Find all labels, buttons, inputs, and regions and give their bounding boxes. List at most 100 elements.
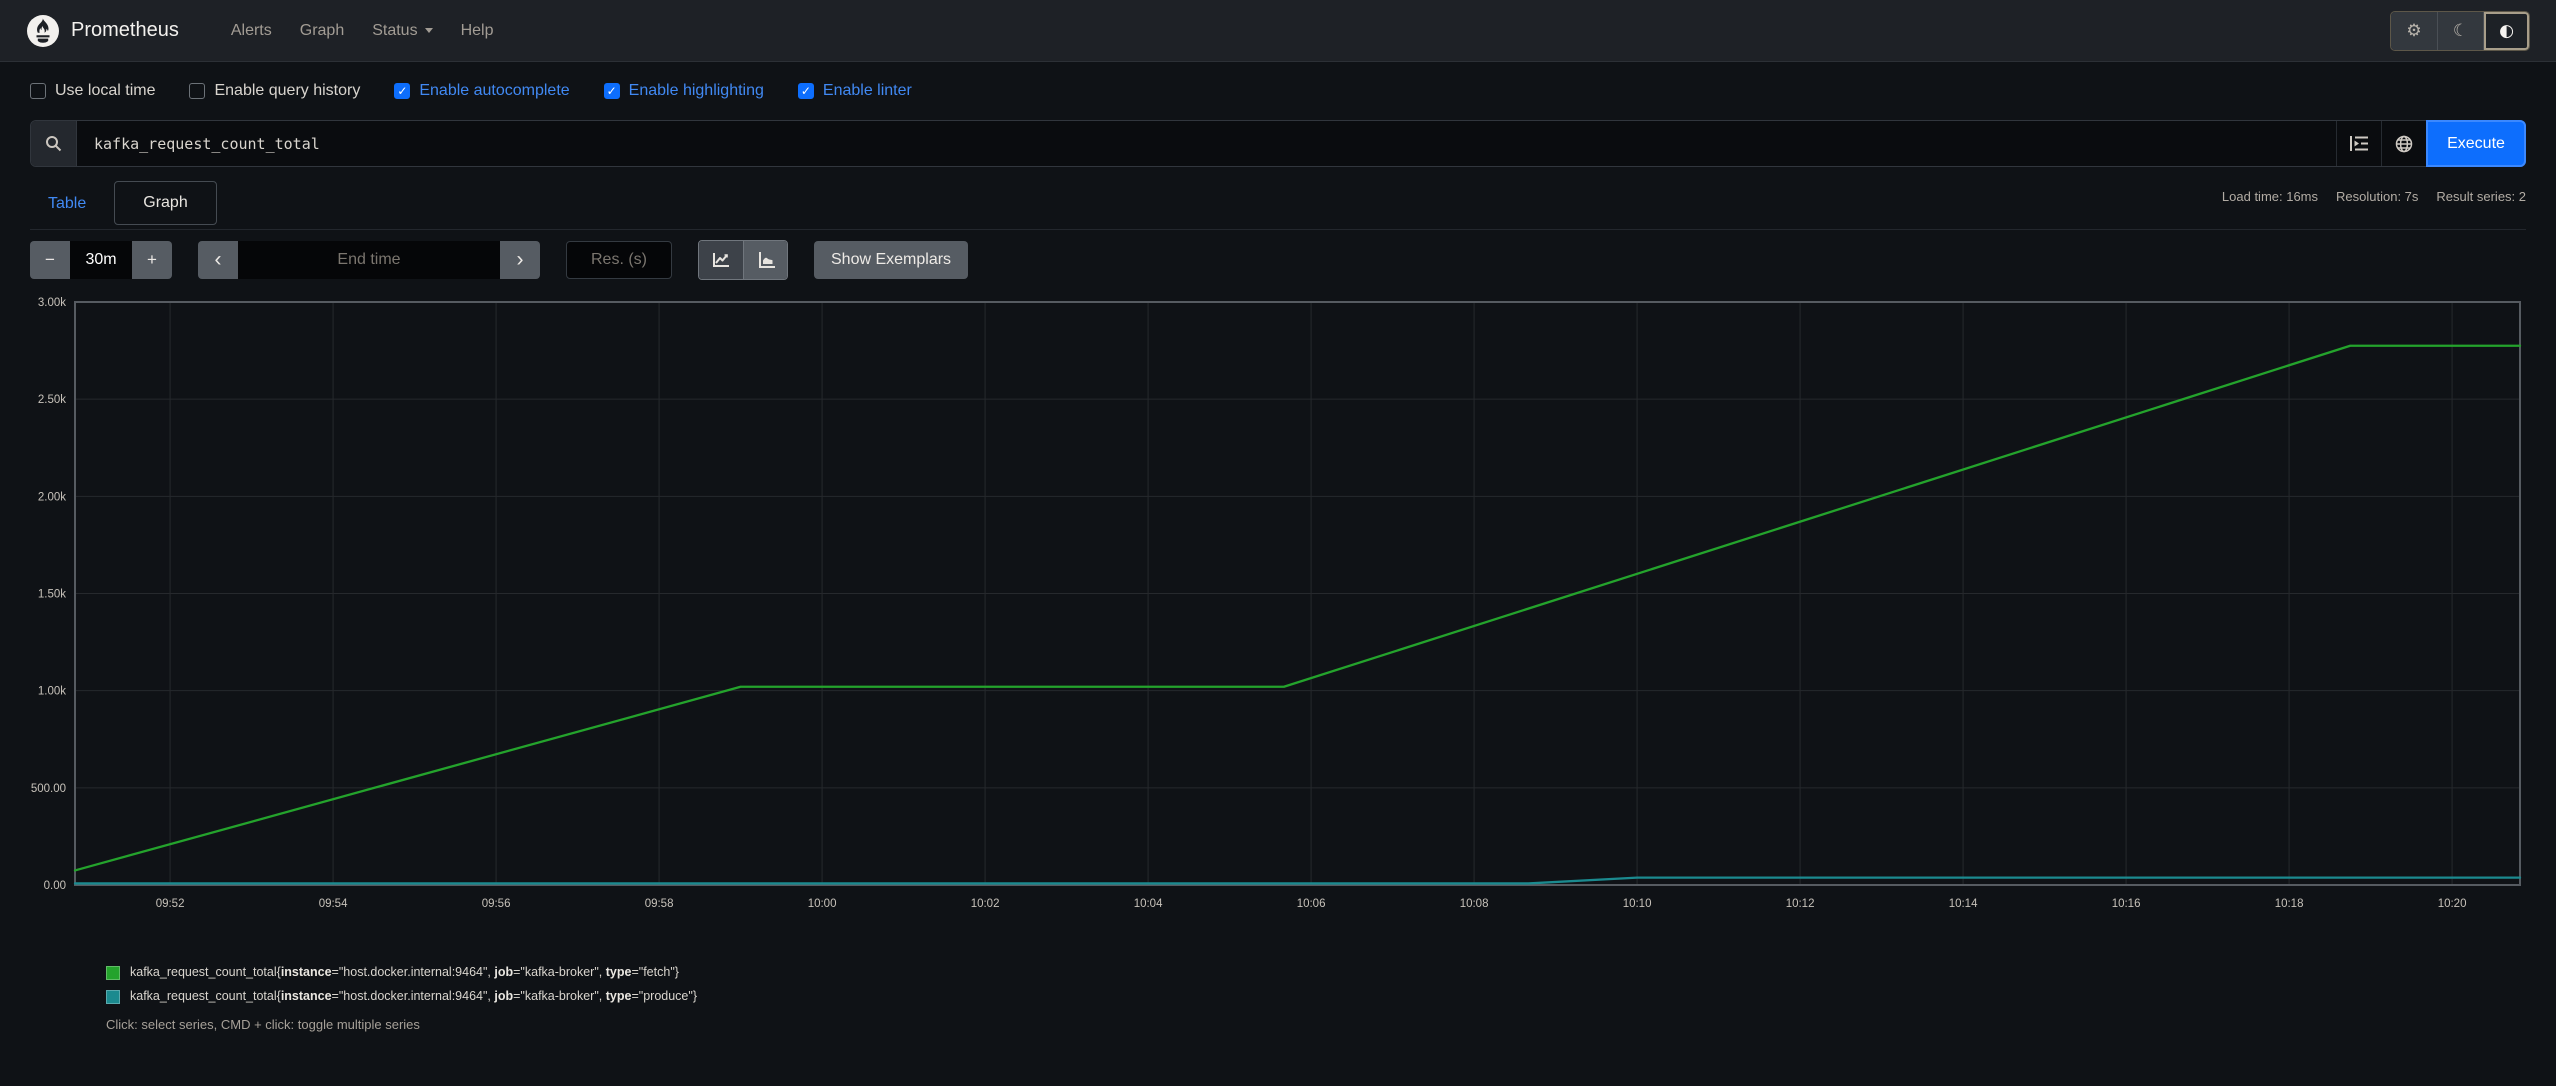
legend-swatch	[106, 989, 120, 1004]
tab-graph[interactable]: Graph	[114, 181, 217, 225]
legend-item[interactable]: kafka_request_count_total{instance="host…	[106, 989, 2526, 1004]
y-tick-label: 0.00	[44, 880, 66, 892]
legend-series-name: kafka_request_count_total{instance="host…	[130, 965, 679, 979]
y-tick-label: 500.00	[31, 783, 66, 795]
nav-item-alerts[interactable]: Alerts	[217, 0, 286, 62]
checkbox-use-local-time[interactable]: Use local time	[30, 82, 155, 100]
legend-swatch	[106, 965, 120, 980]
y-tick-label: 1.00k	[38, 686, 66, 698]
checkbox-enable-query-history[interactable]: Enable query history	[189, 82, 360, 100]
legend-item[interactable]: kafka_request_count_total{instance="host…	[106, 965, 2526, 980]
x-tick-label: 09:54	[319, 898, 348, 910]
x-tick-label: 10:02	[971, 898, 1000, 910]
navbar: Prometheus Alerts Graph Status Help ⚙ ☾ ◐	[0, 0, 2556, 62]
search-icon-box	[31, 121, 77, 166]
series-line-produce[interactable]	[73, 876, 2522, 885]
x-tick-label: 09:56	[482, 898, 511, 910]
y-tick-label: 3.00k	[38, 297, 66, 309]
y-axis-labels: 0.00 500.00 1.00k 1.50k 2.00k 2.50k 3.00k	[31, 297, 66, 892]
globe-button[interactable]	[2381, 121, 2426, 166]
time-forward-button[interactable]: ›	[500, 241, 540, 279]
nav-item-graph[interactable]: Graph	[286, 0, 358, 62]
checkbox-checked-icon: ✓	[394, 83, 411, 99]
x-tick-label: 09:52	[156, 898, 185, 910]
nav-item-help[interactable]: Help	[447, 0, 508, 62]
range-input[interactable]	[70, 241, 132, 279]
x-tick-label: 10:20	[2438, 898, 2467, 910]
graph-controls: − + ‹ ›	[30, 240, 2526, 280]
x-tick-label: 10:18	[2275, 898, 2304, 910]
contrast-theme-button[interactable]: ◐	[2483, 11, 2529, 50]
globe-icon	[2395, 135, 2413, 153]
gear-icon: ⚙	[2406, 20, 2422, 41]
metrics-explorer-icon	[2350, 136, 2368, 151]
check-icon: ✓	[800, 84, 811, 98]
endtime-group: ‹ ›	[198, 241, 540, 279]
y-tick-label: 2.50k	[38, 394, 66, 406]
line-chart-button[interactable]	[699, 241, 743, 279]
end-time-input[interactable]	[238, 241, 500, 279]
x-tick-label: 10:16	[2112, 898, 2141, 910]
check-icon: ✓	[606, 84, 617, 98]
legend: kafka_request_count_total{instance="host…	[106, 965, 2526, 1004]
checkbox-unchecked-icon	[30, 83, 46, 99]
x-tick-label: 10:00	[808, 898, 837, 910]
legend-series-name: kafka_request_count_total{instance="host…	[130, 989, 698, 1003]
graph-canvas[interactable]: 0.00 500.00 1.00k 1.50k 2.00k 2.50k 3.00k 09:52…	[30, 296, 2526, 942]
time-back-button[interactable]: ‹	[198, 241, 238, 279]
grid-lines	[75, 302, 2520, 885]
prometheus-logo-icon	[26, 14, 60, 48]
caret-down-icon	[424, 28, 433, 33]
series-line-fetch[interactable]	[73, 344, 2522, 872]
y-tick-label: 1.50k	[38, 589, 66, 601]
x-tick-label: 10:12	[1786, 898, 1815, 910]
tabs: Table Graph	[30, 181, 217, 225]
x-tick-label: 10:14	[1949, 898, 1978, 910]
graph-panel: − + ‹ ›	[30, 229, 2526, 1032]
range-increase-button[interactable]: +	[132, 241, 172, 279]
nav-item-status[interactable]: Status	[358, 0, 446, 62]
x-tick-label: 09:58	[645, 898, 674, 910]
checkbox-enable-autocomplete[interactable]: ✓ Enable autocomplete	[394, 82, 570, 100]
load-time: Load time: 16ms	[2221, 189, 2319, 204]
brand[interactable]: Prometheus	[26, 14, 179, 48]
resolution-input[interactable]	[566, 241, 672, 279]
moon-icon: ☾	[2452, 20, 2469, 41]
tab-table[interactable]: Table	[30, 183, 104, 225]
query-row: Execute	[0, 120, 2556, 167]
gear-theme-button[interactable]: ⚙	[2391, 11, 2437, 50]
checkbox-checked-icon: ✓	[603, 83, 620, 99]
stacked-chart-button[interactable]	[743, 241, 787, 279]
nav-links: Alerts Graph Status Help	[217, 0, 508, 62]
checkbox-enable-highlighting[interactable]: ✓ Enable highlighting	[603, 82, 764, 100]
search-icon	[45, 135, 62, 152]
checkbox-checked-icon: ✓	[797, 83, 814, 99]
theme-toggle-group: ⚙ ☾ ◐	[2390, 10, 2530, 51]
x-tick-label: 10:06	[1297, 898, 1326, 910]
checkbox-enable-linter[interactable]: ✓ Enable linter	[797, 82, 912, 100]
options-row: Use local time Enable query history ✓ Enabl…	[0, 62, 2556, 118]
x-tick-label: 10:08	[1460, 898, 1489, 910]
resolution: Resolution: 7s	[2336, 189, 2419, 204]
metrics-explorer-button[interactable]	[2336, 121, 2381, 166]
query-stats: Load time: 16ms Resolution: 7s Result se…	[2222, 189, 2526, 204]
line-chart-icon	[712, 252, 730, 268]
chart-type-toggle	[698, 240, 788, 280]
legend-hint: Click: select series, CMD + click: toggl…	[106, 1017, 420, 1032]
query-input[interactable]	[77, 121, 2336, 166]
x-tick-label: 10:04	[1134, 898, 1163, 910]
range-group: − +	[30, 241, 172, 279]
x-axis-labels: 09:52 09:54 09:56 09:58 10:00 10:02 10:04 10:06…	[156, 898, 2467, 910]
brand-title: Prometheus	[71, 19, 179, 41]
x-tick-label: 10:10	[1623, 898, 1652, 910]
chart-area: 0.00 500.00 1.00k 1.50k 2.00k 2.50k 3.00k 09:52…	[30, 296, 2526, 947]
moon-theme-button[interactable]: ☾	[2437, 11, 2483, 50]
checkbox-unchecked-icon	[189, 83, 206, 99]
show-exemplars-button[interactable]: Show Exemplars	[814, 241, 969, 279]
query-group: Execute	[30, 120, 2526, 167]
contrast-icon: ◐	[2499, 20, 2514, 41]
range-decrease-button[interactable]: −	[30, 241, 70, 279]
execute-button[interactable]: Execute	[2426, 120, 2526, 167]
result-series: Result series: 2	[2436, 189, 2526, 204]
tabs-row: Table Graph Load time: 16ms Resolution: 7…	[0, 167, 2556, 225]
